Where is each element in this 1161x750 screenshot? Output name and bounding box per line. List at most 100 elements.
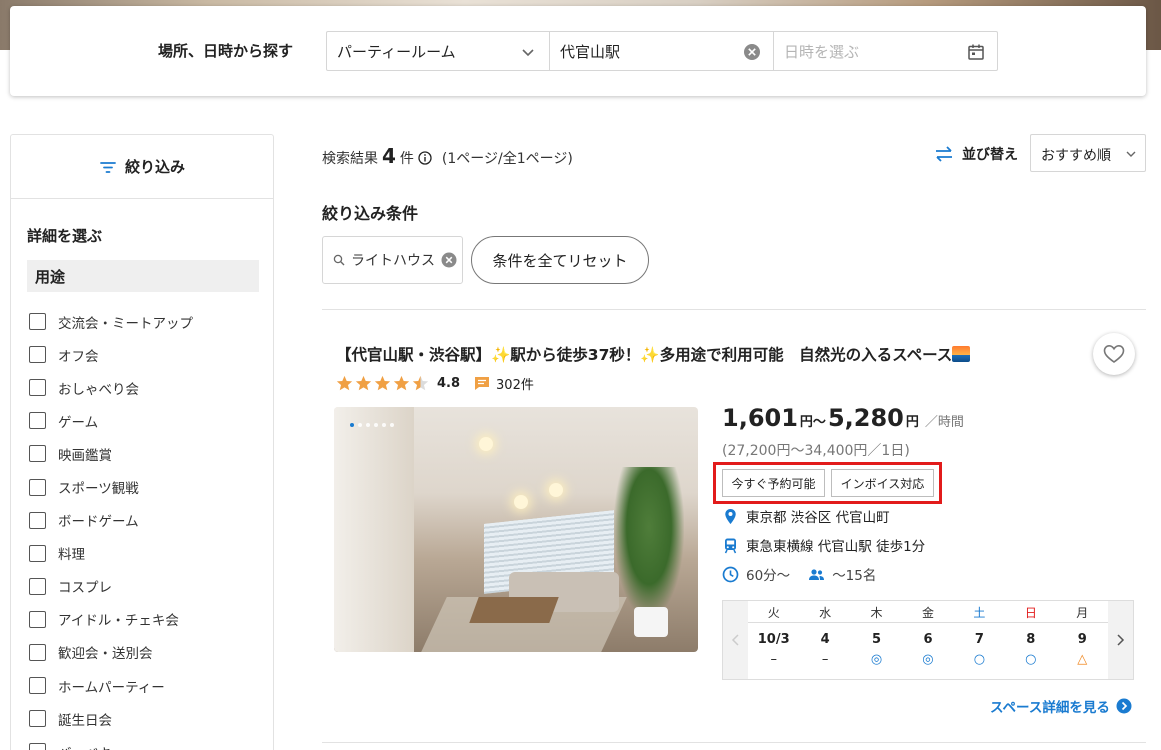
usage-item[interactable]: オフ会	[29, 338, 193, 371]
badge-invoice: インボイス対応	[831, 469, 934, 497]
usage-item[interactable]: 歓迎会・送別会	[29, 636, 193, 669]
results-prefix: 検索結果	[322, 151, 378, 167]
photo-dot[interactable]	[358, 423, 362, 427]
space-details-link[interactable]: スペース詳細を見る	[990, 696, 1132, 716]
divider	[322, 742, 1146, 743]
usage-item[interactable]: コスプレ	[29, 570, 193, 603]
arrow-circle-right-icon	[1116, 698, 1132, 714]
chevron-left-icon	[731, 634, 739, 646]
checkbox[interactable]	[29, 610, 46, 628]
usage-item[interactable]: ゲーム	[29, 404, 193, 437]
address-text: 東京都 渋谷区 代官山町	[746, 510, 890, 526]
price-daily: (27,200円〜34,400円／1日)	[722, 443, 910, 459]
min-time-text: 60分〜	[746, 568, 791, 584]
usage-item[interactable]: スポーツ観戦	[29, 470, 193, 503]
calendar-day[interactable]: 金 6 ◎	[902, 601, 953, 679]
checkbox[interactable]	[29, 743, 46, 750]
photo-lamp	[549, 483, 563, 497]
calendar-day[interactable]: 土 7 ○	[954, 601, 1005, 679]
date-input[interactable]: 日時を選ぶ	[773, 31, 998, 71]
filter-toggle-button[interactable]: 絞り込み	[11, 135, 273, 199]
availability-calendar: 火 10/3 – 水 4 – 木 5 ◎ 金 6 ◎ 土 7 ○ 日 8 ○ 月 9 △	[722, 600, 1134, 680]
search-bar: 場所、日時から探す パーティールーム 代官山駅 日時を選ぶ	[10, 6, 1146, 96]
checkbox[interactable]	[29, 346, 46, 364]
checkbox[interactable]	[29, 710, 46, 728]
photo-pagination-dots[interactable]	[350, 423, 394, 427]
photo-dot[interactable]	[390, 423, 394, 427]
availability-tri-icon: △	[1077, 652, 1088, 667]
calendar-date: 9	[1077, 632, 1087, 647]
calendar-next-button[interactable]	[1108, 601, 1133, 679]
calendar-date: 6	[923, 632, 933, 647]
checkbox[interactable]	[29, 313, 46, 331]
usage-item[interactable]: 誕生日会	[29, 702, 193, 735]
price-max: 5,280	[827, 404, 904, 432]
checkbox[interactable]	[29, 544, 46, 562]
listing-title[interactable]: 【代官山駅・渋谷駅】✨駅から徒歩37秒！✨多用途で利用可能 自然光の入るスペース	[336, 343, 971, 365]
photo-dot[interactable]	[382, 423, 386, 427]
address-row: 東京都 渋谷区 代官山町	[722, 506, 890, 526]
calendar-day[interactable]: 月 9 △	[1057, 601, 1108, 679]
review-icon	[475, 377, 490, 390]
price-hourly: 1,601 円〜 5,280 円 ／時間	[722, 404, 964, 432]
usage-item[interactable]: 交流会・ミートアップ	[29, 305, 193, 338]
calendar-day-of-week: 日	[1024, 606, 1037, 620]
rating-row: 4.8 302件	[336, 374, 534, 393]
usage-item[interactable]: ボードゲーム	[29, 504, 193, 537]
sort-select[interactable]: おすすめ順	[1030, 134, 1146, 172]
availability-dash-icon: –	[821, 652, 829, 667]
photo-dot[interactable]	[366, 423, 370, 427]
checkbox[interactable]	[29, 643, 46, 661]
availability-double-icon: ◎	[922, 652, 934, 667]
review-count[interactable]: 302件	[496, 374, 534, 393]
remove-condition-icon[interactable]	[441, 252, 457, 268]
listing-photo[interactable]	[334, 407, 698, 652]
calendar-day[interactable]: 火 10/3 –	[748, 601, 799, 679]
usage-item[interactable]: バーベキュー	[29, 735, 193, 750]
sort-select-value: おすすめ順	[1041, 148, 1111, 164]
usage-item[interactable]: ホームパーティー	[29, 669, 193, 702]
checkbox[interactable]	[29, 677, 46, 695]
checkbox[interactable]	[29, 478, 46, 496]
calendar-date: 10/3	[757, 632, 790, 647]
calendar-date: 4	[820, 632, 830, 647]
calendar-day-of-week: 土	[973, 606, 986, 620]
photo-plant	[614, 467, 684, 617]
photo-pot	[634, 607, 668, 637]
calendar-day[interactable]: 日 8 ○	[1005, 601, 1056, 679]
purpose-select-value: パーティールーム	[337, 42, 456, 61]
train-icon	[724, 538, 737, 553]
checkbox[interactable]	[29, 412, 46, 430]
usage-item[interactable]: おしゃべり会	[29, 371, 193, 404]
price-per: ／時間	[924, 415, 964, 430]
photo-lamp	[479, 437, 493, 451]
checkbox[interactable]	[29, 379, 46, 397]
sunset-icon	[952, 346, 971, 362]
checkbox[interactable]	[29, 511, 46, 529]
usage-item[interactable]: 料理	[29, 537, 193, 570]
badge-instant-booking: 今すぐ予約可能	[722, 469, 825, 497]
condition-chip-label: ライトハウス	[351, 253, 435, 269]
info-icon[interactable]	[418, 151, 432, 165]
photo-table	[469, 597, 559, 623]
condition-chip: ライトハウス	[322, 236, 463, 284]
clear-icon[interactable]	[743, 43, 761, 61]
purpose-select[interactable]: パーティールーム	[326, 31, 550, 71]
half-star-icon	[412, 375, 429, 391]
calendar-prev-button[interactable]	[723, 601, 748, 679]
checkbox[interactable]	[29, 577, 46, 595]
checkbox[interactable]	[29, 445, 46, 463]
photo-dot[interactable]	[374, 423, 378, 427]
calendar-days: 火 10/3 – 水 4 – 木 5 ◎ 金 6 ◎ 土 7 ○ 日 8 ○ 月 9 △	[748, 601, 1108, 679]
price-unit: 円	[905, 415, 919, 430]
calendar-day[interactable]: 木 5 ◎	[851, 601, 902, 679]
usage-item[interactable]: アイドル・チェキ会	[29, 603, 193, 636]
calendar-day[interactable]: 水 4 –	[799, 601, 850, 679]
photo-dot[interactable]	[350, 423, 354, 427]
chevron-right-icon	[1117, 634, 1125, 646]
calendar-day-of-week: 金	[921, 606, 934, 620]
reset-conditions-button[interactable]: 条件を全てリセット	[471, 236, 649, 284]
usage-item[interactable]: 映画鑑賞	[29, 437, 193, 470]
favorite-button[interactable]	[1093, 333, 1135, 375]
station-input[interactable]: 代官山駅	[549, 31, 774, 71]
